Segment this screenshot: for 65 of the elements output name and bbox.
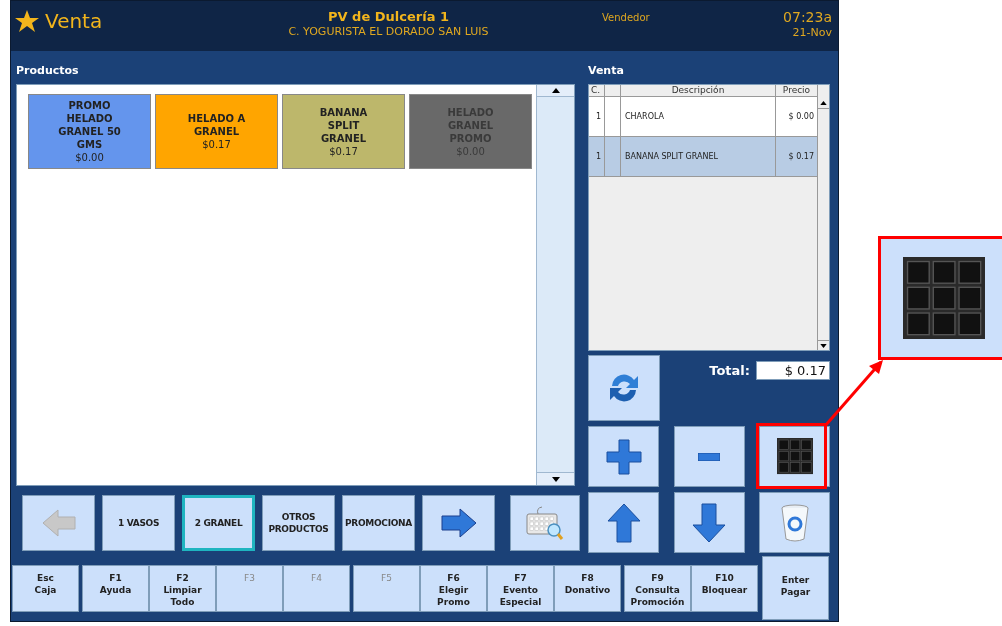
clock-time: 07:23a: [783, 9, 832, 25]
column-header: Precio: [781, 85, 812, 96]
clock-date: 21-Nov: [792, 25, 832, 41]
category-button[interactable]: 1 VASOS: [102, 495, 175, 551]
minus-icon: [698, 452, 721, 461]
column-header: C.: [589, 85, 605, 96]
price-cell-text: $ 0.17: [787, 150, 815, 163]
user-role: Vendedor: [602, 11, 650, 25]
function-key-button[interactable]: F10 Bloquear: [691, 565, 758, 612]
function-key-button[interactable]: Esc Caja: [12, 565, 79, 612]
star-logo-icon: [15, 10, 39, 32]
price-cell-text: $ 0.00: [787, 110, 815, 123]
right-arrow-icon: [440, 508, 477, 538]
plus-icon: [604, 437, 643, 476]
refresh-button[interactable]: [588, 355, 660, 421]
function-key-button[interactable]: F8 Donativo: [554, 565, 621, 612]
trash-icon: [779, 502, 810, 543]
left-arrow-icon: [41, 509, 76, 537]
next-button[interactable]: [422, 495, 495, 551]
scroll-up-icon: [551, 88, 560, 93]
quantity-cell: 1: [589, 97, 605, 136]
function-key-button[interactable]: F9 Consulta Promoción: [624, 565, 691, 612]
scrollbar[interactable]: [817, 85, 829, 350]
product-name: HELADO A GRANEL: [186, 112, 247, 138]
keypad-icon: [776, 438, 813, 475]
table-row[interactable]: 1 BANANA SPLIT GRANEL $ 0.17: [589, 137, 817, 177]
product-name: PROMO HELADO GRANEL 50 GMS: [57, 99, 122, 151]
down-arrow-icon: [692, 502, 727, 543]
product-price: $0.17: [202, 138, 231, 151]
scrollbar[interactable]: [536, 85, 574, 485]
function-key-button[interactable]: F2 Limpiar Todo: [149, 565, 216, 612]
action-button[interactable]: [759, 426, 831, 487]
product-tile[interactable]: HELADO A GRANEL $0.17: [155, 94, 278, 169]
table-row[interactable]: 1 CHAROLA $ 0.00: [589, 97, 817, 137]
scroll-up-icon: [820, 100, 827, 105]
up-arrow-icon: [606, 502, 641, 543]
keyboard-search-button[interactable]: [510, 495, 580, 551]
callout-highlight: [756, 423, 827, 489]
enter-pay-button[interactable]: Enter Pagar: [762, 556, 829, 620]
category-button[interactable]: OTROS PRODUCTOS: [262, 495, 335, 551]
total-field: $ 0.17: [756, 361, 830, 381]
keypad-icon: [903, 257, 985, 339]
category-button[interactable]: PROMOCIONA: [342, 495, 415, 551]
section-label: Venta: [588, 64, 625, 78]
quantity-cell: 1: [589, 137, 605, 176]
product-tile[interactable]: PROMO HELADO GRANEL 50 GMS $0.00: [28, 94, 151, 169]
branch-name: C. YOGURISTA EL DORADO SAN LUIS: [288, 25, 489, 39]
category-button[interactable]: 2 GRANEL: [182, 495, 255, 551]
keyboard-search-icon: [526, 506, 564, 540]
function-key-button[interactable]: F6 Elegir Promo: [420, 565, 487, 612]
function-key-button[interactable]: F1 Ayuda: [82, 565, 149, 612]
section-label: Productos: [16, 64, 80, 78]
scroll-down-icon: [820, 343, 827, 348]
product-price: $0.17: [329, 144, 358, 158]
product-tile[interactable]: BANANA SPLIT GRANEL $0.17: [282, 94, 405, 169]
total-label: Total:: [709, 362, 750, 380]
description-cell: CHAROLA: [621, 97, 776, 136]
description-cell: BANANA SPLIT GRANEL: [621, 137, 776, 176]
store-name: PV de Dulcería 1: [328, 9, 449, 25]
scroll-down-icon: [551, 476, 560, 482]
function-key-button[interactable]: F7 Evento Especial: [487, 565, 554, 612]
window-title: Venta: [45, 9, 103, 33]
product-price: $0.00: [75, 151, 104, 164]
product-name: BANANA SPLIT GRANEL: [318, 105, 369, 145]
column-header: Descripción: [621, 85, 776, 96]
